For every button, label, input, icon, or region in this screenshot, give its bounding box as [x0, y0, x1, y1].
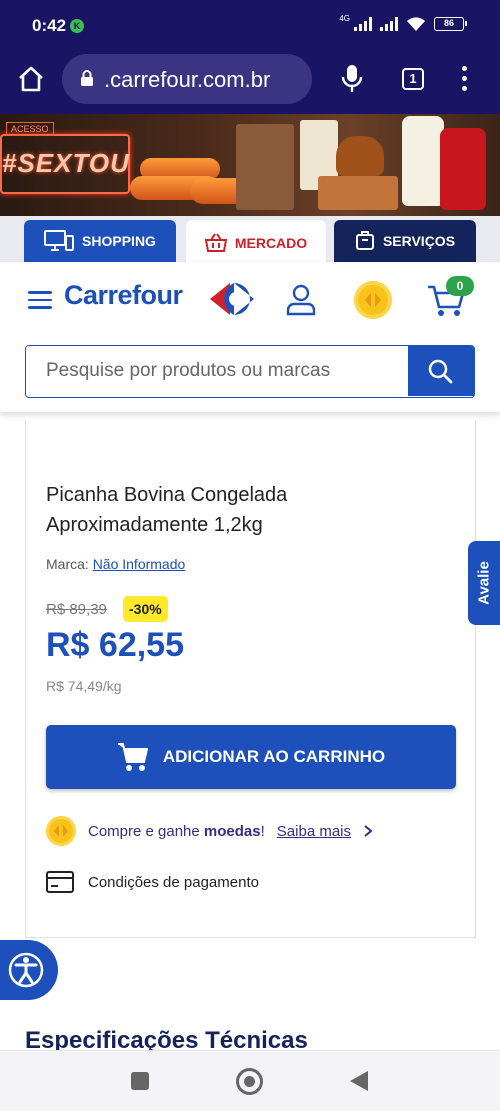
- search-button[interactable]: [408, 346, 474, 396]
- notification-icon: K: [70, 19, 84, 33]
- add-to-cart-button[interactable]: ADICIONAR AO CARRINHO: [46, 725, 456, 789]
- wifi-icon: [407, 17, 425, 31]
- carrefour-logo-icon[interactable]: [204, 280, 260, 318]
- lock-icon: [81, 70, 93, 86]
- url-bar[interactable]: .carrefour.com.br: [62, 54, 312, 104]
- discount-badge: -30%: [123, 596, 168, 622]
- tab-servicos[interactable]: SERVIÇOS: [334, 220, 476, 262]
- signal-icon-2: [380, 17, 398, 31]
- product-package-image: [236, 124, 294, 210]
- monitor-phone-icon: [44, 230, 75, 251]
- search-icon: [428, 359, 453, 384]
- home-button-icon[interactable]: [236, 1068, 263, 1095]
- cart-count-badge: 0: [446, 276, 474, 296]
- home-icon[interactable]: [16, 64, 46, 94]
- payment-conditions-label: Condições de pagamento: [88, 873, 259, 891]
- recent-apps-icon[interactable]: [131, 1072, 149, 1090]
- cart-icon: [117, 743, 148, 771]
- banner-tag: ACESSO: [6, 122, 54, 136]
- accessibility-icon: [8, 952, 44, 988]
- banner-headline: #SEXTOU: [2, 148, 130, 178]
- battery-icon: 86: [434, 17, 467, 31]
- ketchup-bottle-image: [440, 128, 486, 210]
- service-box-icon: [355, 231, 374, 250]
- tab-shopping[interactable]: SHOPPING: [24, 220, 176, 262]
- mayonnaise-bottle-image: [402, 116, 444, 206]
- rate-feedback-label: Avalie: [475, 561, 493, 605]
- promo-banner[interactable]: ACESSO #SEXTOU: [0, 114, 500, 216]
- overflow-menu-icon[interactable]: [460, 66, 468, 94]
- status-icons: 4G 86: [339, 13, 467, 32]
- system-navigation-bar: [0, 1050, 500, 1111]
- user-account-icon[interactable]: [286, 284, 316, 316]
- chevron-right-icon[interactable]: [363, 824, 373, 838]
- browser-toolbar: .carrefour.com.br 1: [0, 52, 500, 114]
- accessibility-button[interactable]: [0, 940, 58, 1000]
- back-icon[interactable]: [350, 1071, 368, 1091]
- brand-link[interactable]: Não Informado: [93, 556, 186, 572]
- product-brand-line: Marca: Não Informado: [46, 556, 185, 572]
- tab-shopping-label: SHOPPING: [82, 233, 156, 249]
- microphone-icon[interactable]: [340, 64, 364, 94]
- tab-mercado-label: MERCADO: [234, 235, 308, 251]
- burger-image: [336, 136, 384, 176]
- old-price: R$ 89,39: [46, 601, 107, 618]
- brand-label: Marca:: [46, 556, 89, 572]
- learn-more-link[interactable]: Saiba mais: [277, 823, 351, 840]
- status-bar: 0:42 K 4G 86: [0, 0, 500, 52]
- product-title: Picanha Bovina Congelada Aproximadamente…: [46, 484, 288, 536]
- coins-text: Compre e ganhe moedas!: [88, 822, 265, 840]
- category-tabs: SHOPPING MERCADO SERVIÇOS: [0, 216, 500, 266]
- hamburger-menu-icon[interactable]: [28, 291, 52, 309]
- coins-icon[interactable]: [354, 281, 392, 319]
- coins-icon: [46, 816, 76, 846]
- status-time: 0:42: [32, 16, 67, 35]
- coins-promo: Compre e ganhe moedas! Saiba mais: [46, 816, 373, 846]
- brand-logo-text[interactable]: Carrefour: [64, 280, 183, 311]
- tab-switcher-button[interactable]: 1: [402, 68, 424, 90]
- site-header: Carrefour 0: [0, 262, 500, 412]
- basket-icon: [204, 233, 227, 252]
- search-input[interactable]: [26, 346, 409, 396]
- product-package-image: [318, 176, 398, 210]
- signal-icon: [354, 17, 372, 31]
- tab-mercado[interactable]: MERCADO: [186, 220, 326, 266]
- tab-servicos-label: SERVIÇOS: [382, 233, 456, 249]
- product-card: Picanha Bovina Congelada Aproximadamente…: [25, 420, 476, 938]
- rate-feedback-tab[interactable]: Avalie: [468, 541, 500, 625]
- search-box: [25, 345, 475, 398]
- url-text: .carrefour.com.br: [104, 67, 271, 92]
- price-per-kg: R$ 74,49/kg: [46, 678, 122, 694]
- current-price: R$ 62,55: [46, 626, 184, 664]
- credit-card-icon: [46, 871, 74, 893]
- network-type: 4G: [339, 13, 350, 23]
- payment-conditions[interactable]: Condições de pagamento: [46, 871, 259, 893]
- add-to-cart-label: ADICIONAR AO CARRINHO: [162, 747, 386, 766]
